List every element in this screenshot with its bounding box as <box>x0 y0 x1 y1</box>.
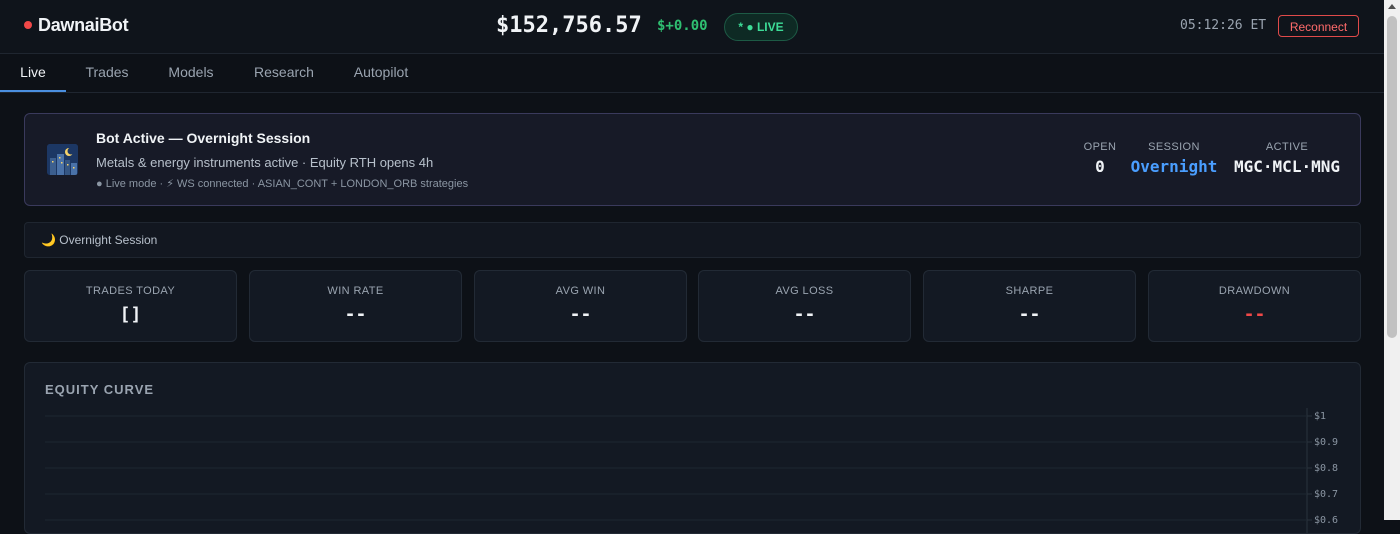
clock: 05:12:26 ET <box>1180 18 1267 33</box>
panel-meta: ● Live mode · ⚡ WS connected · ASIAN_CON… <box>96 178 469 190</box>
stat-avg-win: AVG WIN -- <box>474 270 687 342</box>
tab-live[interactable]: Live <box>0 54 66 92</box>
daily-pnl: $+0.00 <box>657 18 708 34</box>
active-label: ACTIVE <box>1265 141 1309 153</box>
night-city-icon <box>47 144 78 175</box>
stat-value: -- <box>569 304 592 325</box>
tab-models[interactable]: Models <box>156 54 226 92</box>
stat-value: -- <box>1018 304 1041 325</box>
stat-value: -- <box>344 304 367 325</box>
open-positions: OPEN 0 <box>1083 141 1117 176</box>
session-label: SESSION <box>1148 141 1200 153</box>
stat-value: -- <box>793 304 816 325</box>
panel-subtitle: Metals & energy instruments active · Equ… <box>96 155 434 170</box>
top-bar: DawnaiBot $152,756.57 $+0.00 * ● LIVE 05… <box>0 0 1384 54</box>
session-bar: 🌙 Overnight Session <box>24 222 1361 258</box>
tab-autopilot[interactable]: Autopilot <box>344 54 418 92</box>
y-tick-label: $0.7 <box>1314 489 1338 500</box>
account-balance: $152,756.57 <box>496 13 642 38</box>
panel-title: Bot Active — Overnight Session <box>96 130 311 146</box>
stat-label: TRADES TODAY <box>85 285 176 297</box>
active-instruments: ACTIVE MGC·MCL·MNG <box>1231 141 1343 176</box>
y-tick-label: $0.8 <box>1314 463 1338 474</box>
active-value: MGC·MCL·MNG <box>1234 157 1340 176</box>
stat-label: DRAWDOWN <box>1218 285 1291 297</box>
page-scrollbar[interactable] <box>1384 0 1400 520</box>
stat-win-rate: WIN RATE -- <box>249 270 462 342</box>
stat-sharpe: SHARPE -- <box>923 270 1136 342</box>
stat-value: -- <box>1243 304 1266 325</box>
stat-drawdown: DRAWDOWN -- <box>1148 270 1361 342</box>
stat-label: AVG LOSS <box>775 285 834 297</box>
session-bar-label: 🌙 Overnight Session <box>41 233 158 247</box>
open-label: OPEN <box>1083 141 1117 153</box>
session-info: SESSION Overnight <box>1128 141 1220 176</box>
live-badge: * ● LIVE <box>724 13 798 41</box>
tab-research[interactable]: Research <box>244 54 324 92</box>
brand: DawnaiBot <box>24 15 129 36</box>
y-tick-label: $0.6 <box>1314 515 1338 526</box>
open-value: 0 <box>1095 157 1105 176</box>
tab-trades[interactable]: Trades <box>72 54 142 92</box>
reconnect-button[interactable]: Reconnect <box>1278 15 1359 37</box>
y-tick-label: $0.9 <box>1314 437 1338 448</box>
session-value: Overnight <box>1130 157 1218 176</box>
equity-curve-card: EQUITY CURVE $1 $0.9 $0.8 $0.7 $0.6 <box>24 362 1361 534</box>
scroll-thumb[interactable] <box>1387 16 1397 338</box>
stat-value: [] <box>119 304 142 325</box>
equity-curve-chart: $1 $0.9 $0.8 $0.7 $0.6 <box>45 408 1338 533</box>
brand-name: DawnaiBot <box>38 15 129 35</box>
scroll-up-arrow-icon[interactable] <box>1388 4 1396 9</box>
stat-trades-today: TRADES TODAY [] <box>24 270 237 342</box>
nav-tabs: Live Trades Models Research Autopilot <box>0 54 1384 93</box>
stat-label: WIN RATE <box>327 285 384 297</box>
bot-status-panel: Bot Active — Overnight Session Metals & … <box>24 113 1361 206</box>
status-dot-icon <box>24 21 32 30</box>
stat-avg-loss: AVG LOSS -- <box>698 270 911 342</box>
y-tick-label: $1 <box>1314 411 1326 422</box>
stat-label: AVG WIN <box>555 285 606 297</box>
stat-label: SHARPE <box>1005 285 1054 297</box>
